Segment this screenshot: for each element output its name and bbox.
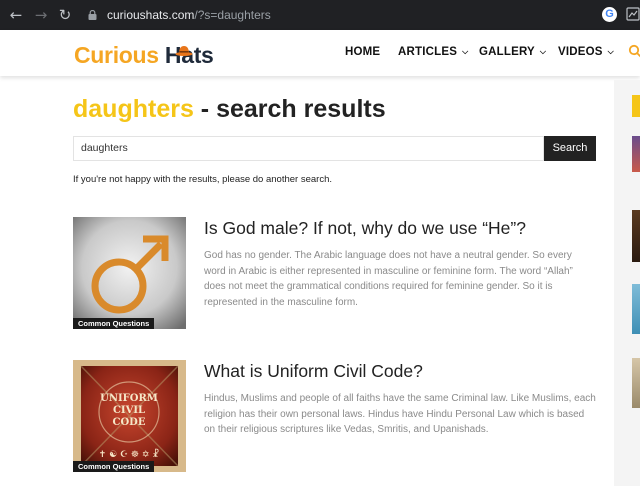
- result-excerpt: Hindus, Muslims and people of all faiths…: [204, 393, 596, 436]
- sidebar-thumbnail[interactable]: [632, 136, 640, 172]
- sidebar-heading-bar: [632, 95, 640, 117]
- male-symbol-image: [73, 217, 186, 329]
- search-button[interactable]: Search: [544, 136, 596, 161]
- search-result: UNIFORM CIVIL CODE ✝ ☯ ☪ ☸ ✡ ☧ Common Qu…: [73, 360, 596, 472]
- google-icon[interactable]: G: [602, 7, 617, 22]
- site-logo[interactable]: Curious Hats: [74, 40, 214, 70]
- search-result: Common Questions Is God male? If not, wh…: [73, 217, 596, 329]
- category-badge[interactable]: Common Questions: [73, 318, 155, 329]
- site-header: Curious Hats HOME ARTICLES ⌵ GALLERY ⌵ VID…: [0, 30, 640, 76]
- page-title: daughters - search results: [73, 94, 386, 124]
- search-input[interactable]: daughters: [73, 136, 544, 161]
- menu-item-gallery[interactable]: GALLERY ⌵: [479, 46, 546, 58]
- hat-icon: [175, 46, 193, 56]
- menu-item-articles[interactable]: ARTICLES ⌵: [398, 46, 468, 58]
- search-icon[interactable]: [628, 44, 640, 58]
- result-title[interactable]: What is Uniform Civil Code?: [204, 360, 596, 382]
- uniform-civil-code-image: UNIFORM CIVIL CODE ✝ ☯ ☪ ☸ ✡ ☧: [73, 360, 186, 472]
- chevron-down-icon: ⌵: [462, 47, 469, 56]
- menu-item-home[interactable]: HOME: [345, 46, 380, 58]
- browser-toolbar: ← → ↻ curioushats.com/?s=daughters G: [0, 0, 640, 30]
- address-bar[interactable]: curioushats.com/?s=daughters: [80, 2, 640, 28]
- extension-icon[interactable]: [626, 6, 640, 22]
- back-icon[interactable]: ←: [7, 6, 25, 24]
- logo-word-curious: Curious: [74, 42, 159, 68]
- svg-text:✝ ☯ ☪ ☸ ✡ ☧: ✝ ☯ ☪ ☸ ✡ ☧: [99, 449, 160, 460]
- search-query-term: daughters: [73, 95, 194, 123]
- page-title-suffix: - search results: [193, 95, 386, 123]
- result-title[interactable]: Is God male? If not, why do we use “He”?: [204, 217, 596, 239]
- reload-icon[interactable]: ↻: [56, 6, 74, 24]
- sidebar-thumbnail[interactable]: [632, 210, 640, 262]
- result-thumbnail[interactable]: UNIFORM CIVIL CODE ✝ ☯ ☪ ☸ ✡ ☧ Common Qu…: [73, 360, 186, 472]
- thumb-caption-line-1: UNIFORM: [100, 393, 158, 404]
- category-badge[interactable]: Common Questions: [73, 461, 155, 472]
- thumb-caption-line-3: CODE: [113, 417, 146, 428]
- lock-icon: [88, 10, 97, 20]
- url-text: curioushats.com/?s=daughters: [107, 8, 271, 22]
- forward-icon[interactable]: →: [32, 6, 50, 24]
- result-excerpt: God has no gender. The Arabic language d…: [204, 250, 573, 308]
- search-notice: If you're not happy with the results, pl…: [73, 174, 332, 185]
- sidebar-thumbnail[interactable]: [632, 284, 640, 334]
- chevron-down-icon: ⌵: [539, 47, 547, 56]
- search-form: daughters Search: [73, 136, 596, 161]
- menu-item-videos[interactable]: VIDEOS ⌵: [558, 46, 614, 58]
- thumb-caption-line-2: CIVIL: [113, 405, 145, 416]
- main-menu: HOME ARTICLES ⌵ GALLERY ⌵ VIDEOS ⌵: [344, 30, 640, 76]
- chevron-down-icon: ⌵: [607, 47, 614, 56]
- sidebar-thumbnail[interactable]: [632, 358, 640, 408]
- result-thumbnail[interactable]: Common Questions: [73, 217, 186, 329]
